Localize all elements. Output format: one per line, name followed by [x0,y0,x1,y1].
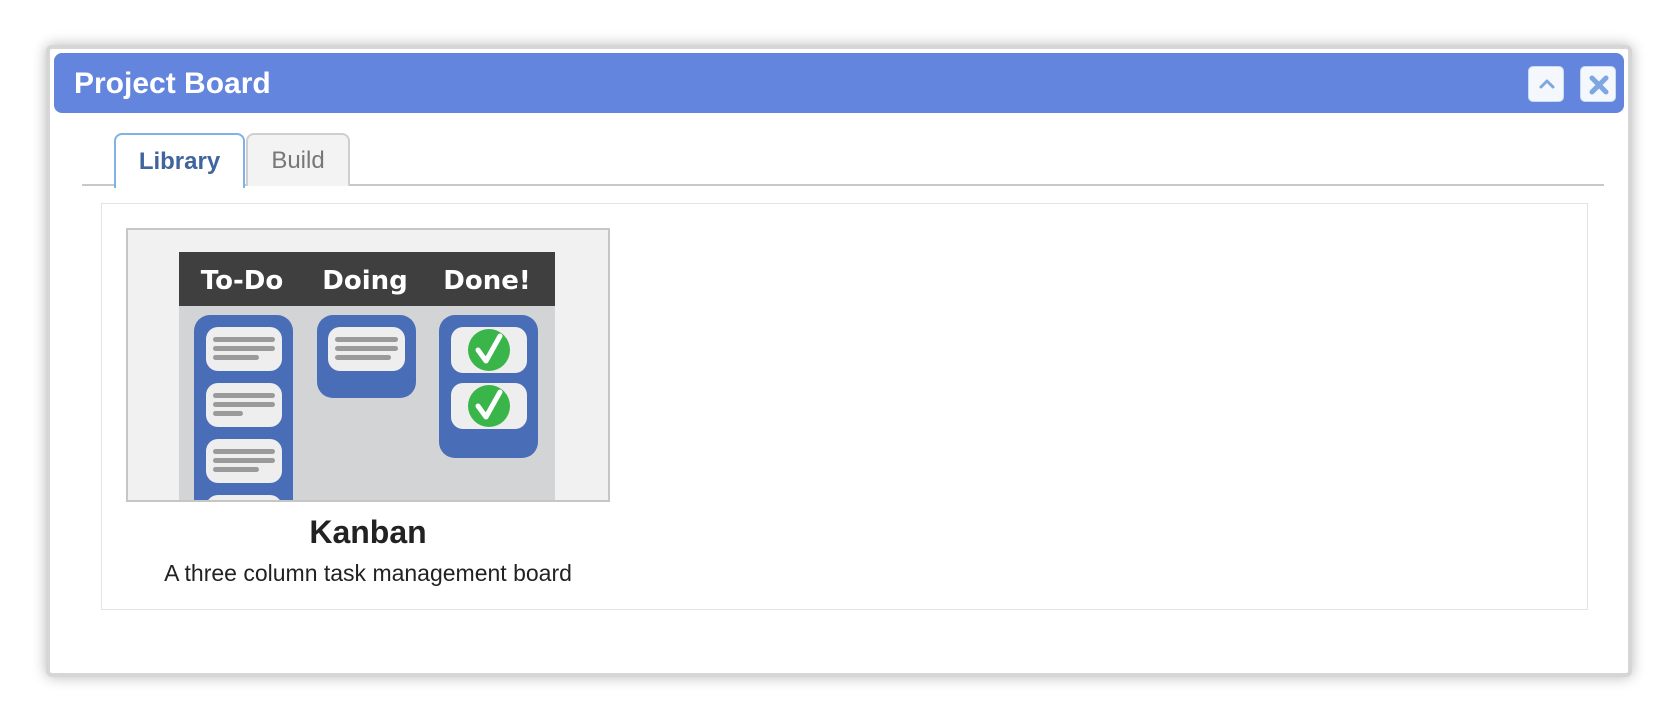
done-card [451,383,527,429]
done-card [451,327,527,373]
tab-bar: Library Build [82,133,1604,188]
tab-build[interactable]: Build [246,133,350,186]
todo-card [206,439,282,483]
tab-library[interactable]: Library [114,133,245,188]
item-description: A three column task management board [164,560,572,586]
dialog-title: Project Board [74,67,271,100]
item-title: Kanban [309,514,427,550]
todo-card [208,495,280,500]
collapse-button[interactable] [1528,66,1564,102]
column-label-doing: Doing [322,266,407,296]
library-panel: To-Do Doing Done! Kanban A three column … [101,203,1588,610]
kanban-thumbnail[interactable]: To-Do Doing Done! [126,228,610,502]
todo-card [206,327,282,371]
close-button[interactable] [1580,66,1616,102]
project-board-dialog: Project Board Library Build To-Do Doing … [46,45,1632,677]
dialog-titlebar[interactable]: Project Board [54,53,1624,113]
kanban-board-illustration: To-Do Doing Done! [179,252,555,500]
todo-card [206,383,282,427]
library-item-kanban[interactable]: To-Do Doing Done! Kanban A three column … [126,228,610,588]
column-label-done: Done! [443,266,530,296]
column-label-todo: To-Do [201,266,283,296]
doing-card [328,327,405,371]
close-icon [1589,75,1609,95]
chevron-up-icon [1539,79,1555,89]
